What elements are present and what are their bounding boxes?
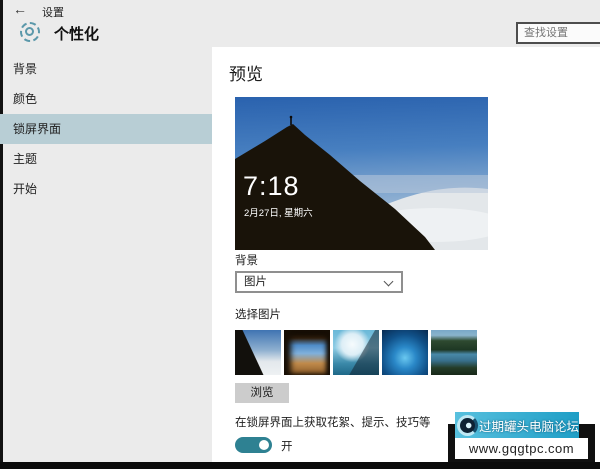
sidebar-item-background[interactable]: 背景 (3, 54, 212, 84)
watermark-banner: 过期罐头电脑论坛 (455, 412, 579, 438)
lockscreen-preview-image: 7:18 2月27日, 星期六 (235, 97, 488, 250)
tips-label: 在锁屏界面上获取花絮、提示、技巧等 (235, 417, 431, 429)
forum-url: www.gqgtpc.com (468, 441, 575, 456)
choose-picture-label: 选择图片 (235, 309, 281, 321)
background-dropdown-value: 图片 (244, 276, 267, 288)
sidebar-item-lockscreen[interactable]: 锁屏界面 (0, 114, 212, 144)
preview-time: 7:18 (243, 171, 300, 201)
browse-button[interactable]: 浏览 (235, 383, 289, 403)
sidebar-item-themes[interactable]: 主题 (3, 144, 212, 174)
thumbnail-ice-cave[interactable] (382, 330, 428, 375)
search-input[interactable] (516, 22, 600, 44)
sidebar-item-start[interactable]: 开始 (3, 174, 212, 204)
page-title: 个性化 (54, 26, 100, 43)
preview-date: 2月27日, 星期六 (244, 208, 313, 219)
gear-icon (20, 22, 40, 42)
back-arrow-icon[interactable]: ← (13, 1, 27, 17)
background-label: 背景 (235, 255, 258, 267)
window-title: 设置 (42, 7, 64, 19)
watermark-url-strip: www.gqgtpc.com (455, 438, 588, 459)
preview-heading: 预览 (229, 65, 263, 84)
window-bottom-edge (0, 462, 600, 469)
toggle-state-label: 开 (281, 441, 293, 453)
toggle-knob (259, 440, 269, 450)
sidebar-item-colors[interactable]: 颜色 (3, 84, 212, 114)
forum-logo-icon (457, 414, 478, 436)
thumbnail-cloud-window[interactable] (333, 330, 379, 375)
forum-name: 过期罐头电脑论坛 (479, 419, 580, 434)
settings-sidebar: 背景 颜色 锁屏界面 主题 开始 (0, 54, 212, 204)
thumbnail-beach-cave[interactable] (284, 330, 330, 375)
tips-toggle[interactable] (235, 437, 272, 453)
thumbnail-hero-mountain[interactable] (235, 330, 281, 375)
chevron-down-icon (383, 276, 394, 287)
thumbnail-mountain-lake[interactable] (431, 330, 477, 375)
background-dropdown[interactable]: 图片 (235, 271, 403, 293)
picture-thumbnails (235, 330, 477, 375)
